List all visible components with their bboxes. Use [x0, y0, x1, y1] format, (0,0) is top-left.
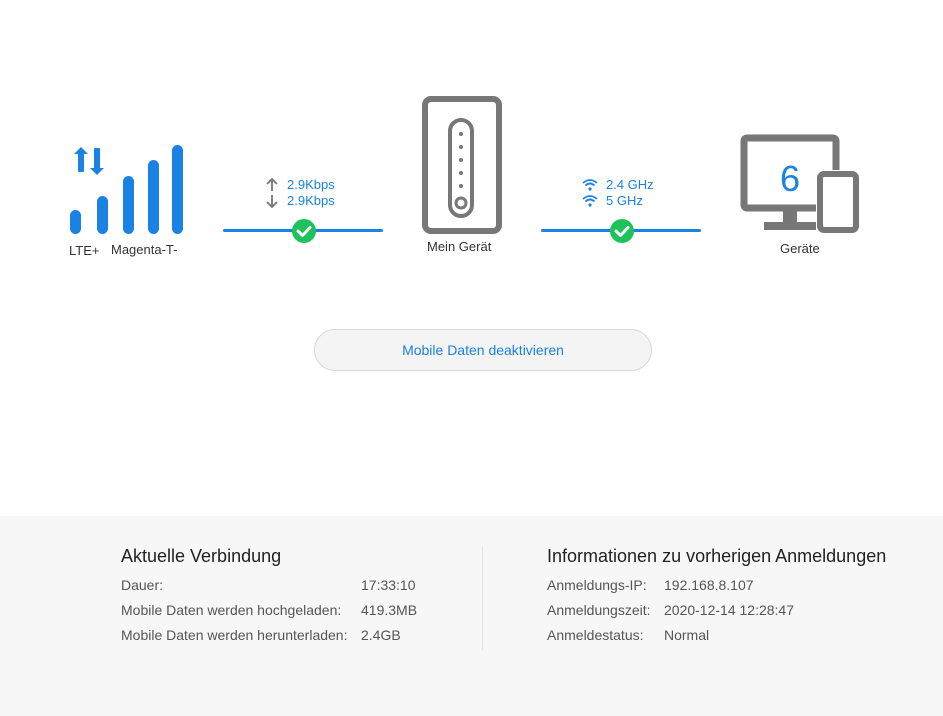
wifi-band-24: 2.4 GHz: [582, 177, 654, 192]
login-status-value: Normal: [664, 627, 710, 643]
router-icon[interactable]: [422, 96, 502, 239]
previous-login-title: Informationen zu vorherigen Anmeldungen: [547, 546, 887, 566]
arrow-down-icon: [266, 194, 278, 208]
wifi-icon: [582, 195, 598, 207]
network-type: LTE+: [69, 243, 100, 258]
carrier-name: Magenta-T-: [111, 242, 178, 257]
uploaded-value: 419.3MB: [361, 602, 418, 618]
toggle-mobile-data-button[interactable]: Mobile Daten deaktivieren: [314, 329, 652, 371]
lan-ok-icon: [610, 219, 634, 243]
login-status-label: Anmeldestatus:: [547, 627, 644, 643]
page: LTE+ Magenta-T- 2.9Kbps 2.9Kbps Mein Ger…: [0, 0, 943, 716]
wifi-band-5: 5 GHz: [582, 193, 643, 208]
upload-rate: 2.9Kbps: [265, 177, 335, 192]
signal-bars-icon: [70, 145, 183, 234]
devices-label: Geräte: [780, 241, 820, 256]
current-connection-title: Aktuelle Verbindung: [121, 546, 282, 566]
duration-label: Dauer:: [121, 577, 164, 593]
wifi-band-24-label: 2.4 GHz: [606, 177, 654, 192]
wifi-icon: [582, 179, 598, 191]
download-rate-value: 2.9Kbps: [287, 193, 335, 208]
login-ip-value: 192.168.8.107: [664, 577, 754, 593]
divider: [482, 546, 483, 650]
login-time-value: 2020-12-14 12:28:47: [664, 602, 794, 618]
downloaded-label: Mobile Daten werden herunterladen:: [121, 627, 348, 643]
upload-rate-value: 2.9Kbps: [287, 177, 335, 192]
arrow-up-icon: [266, 177, 278, 191]
download-rate: 2.9Kbps: [265, 193, 335, 208]
downloaded-value: 2.4GB: [361, 627, 401, 643]
info-panel: Aktuelle Verbindung Dauer: 17:33:10 Mobi…: [0, 516, 943, 716]
login-time-label: Anmeldungszeit:: [547, 602, 651, 618]
duration-value: 17:33:10: [361, 577, 416, 593]
login-ip-label: Anmeldungs-IP:: [547, 577, 647, 593]
router-label: Mein Gerät: [427, 239, 492, 254]
wan-ok-icon: [292, 219, 316, 243]
device-count[interactable]: 6: [760, 159, 820, 199]
uploaded-label: Mobile Daten werden hochgeladen:: [121, 602, 342, 618]
wifi-band-5-label: 5 GHz: [606, 193, 643, 208]
